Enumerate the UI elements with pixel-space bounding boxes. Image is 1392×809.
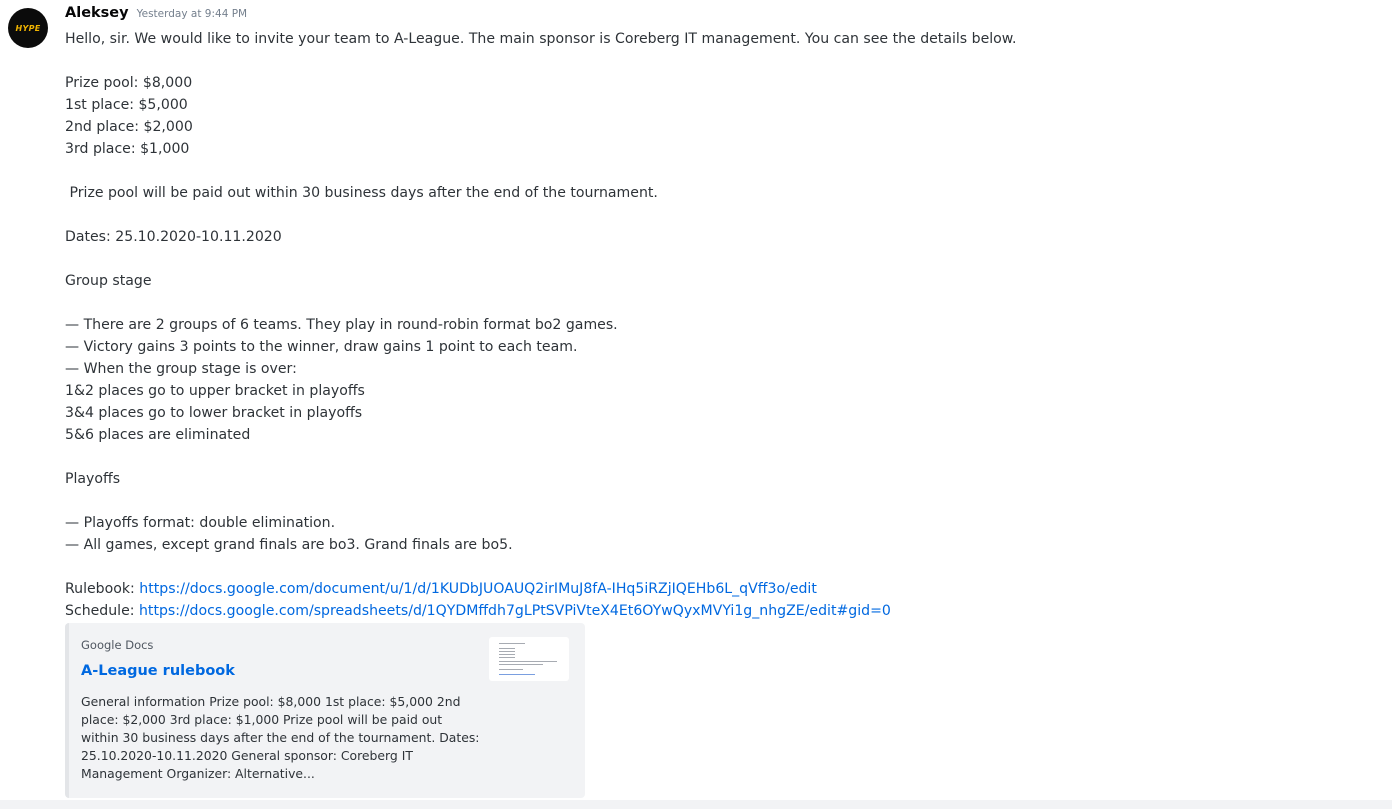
thumb-text-line (499, 664, 543, 665)
thumb-text-line (499, 643, 525, 644)
message-lines: Hello, sir. We would like to invite your… (65, 28, 1365, 578)
message-line: — There are 2 groups of 6 teams. They pl… (65, 317, 618, 333)
rulebook-link[interactable]: https://docs.google.com/document/u/1/d/1… (139, 581, 817, 597)
message-line: 1&2 places go to upper bracket in playof… (65, 383, 365, 399)
message-input-bar[interactable] (0, 800, 1392, 809)
message-line: Prize pool: $8,000 (65, 75, 193, 91)
message-line: 1st place: $5,000 (65, 97, 188, 113)
thumb-text-line (499, 651, 515, 652)
thumb-text-line (499, 648, 515, 649)
link-embed: Google Docs A-League rulebook General in… (65, 623, 585, 798)
embed-description: General information Prize pool: $8,000 1… (81, 694, 480, 781)
avatar-logo-text: HYPE (15, 23, 41, 33)
message-content: Hello, sir. We would like to invite your… (65, 28, 1365, 622)
embed-title-link[interactable]: A-League rulebook (81, 663, 235, 679)
message-line: — All games, except grand finals are bo3… (65, 537, 513, 553)
thumb-link-line (499, 674, 535, 675)
message-line: 3rd place: $1,000 (65, 141, 190, 157)
message-timestamp: Yesterday at 9:44 PM (136, 8, 248, 20)
message-line: 3&4 places go to lower bracket in playof… (65, 405, 363, 421)
user-avatar[interactable]: HYPE (8, 8, 48, 48)
message-line: 2nd place: $2,000 (65, 119, 193, 135)
message-line: Dates: 25.10.2020-10.11.2020 (65, 229, 282, 245)
message-line: Playoffs (65, 471, 121, 487)
rulebook-label: Rulebook: (65, 581, 140, 597)
thumb-text-line (499, 669, 523, 670)
message-line: 5&6 places are eliminated (65, 427, 251, 443)
thumb-text-line (499, 661, 557, 662)
message-line: — When the group stage is over: (65, 361, 297, 377)
rulebook-line: Rulebook: https://docs.google.com/docume… (65, 578, 1365, 600)
username[interactable]: Aleksey (65, 5, 129, 21)
message-line: Prize pool will be paid out within 30 bu… (65, 185, 658, 201)
embed-thumbnail-image[interactable] (489, 637, 569, 681)
message-line: Hello, sir. We would like to invite your… (65, 31, 1017, 47)
message-header: Aleksey Yesterday at 9:44 PM (65, 5, 247, 27)
message-line: — Playoffs format: double elimination. (65, 515, 336, 531)
schedule-label: Schedule: (65, 603, 139, 619)
thumb-text-line (499, 657, 515, 658)
message-line: Group stage (65, 273, 152, 289)
message-line: — Victory gains 3 points to the winner, … (65, 339, 578, 355)
thumb-text-line (499, 654, 515, 655)
schedule-line: Schedule: https://docs.google.com/spread… (65, 600, 1365, 622)
schedule-link[interactable]: https://docs.google.com/spreadsheets/d/1… (139, 603, 891, 619)
chat-message: HYPE Aleksey Yesterday at 9:44 PM Hello,… (0, 0, 1392, 800)
embed-provider: Google Docs (81, 638, 154, 652)
